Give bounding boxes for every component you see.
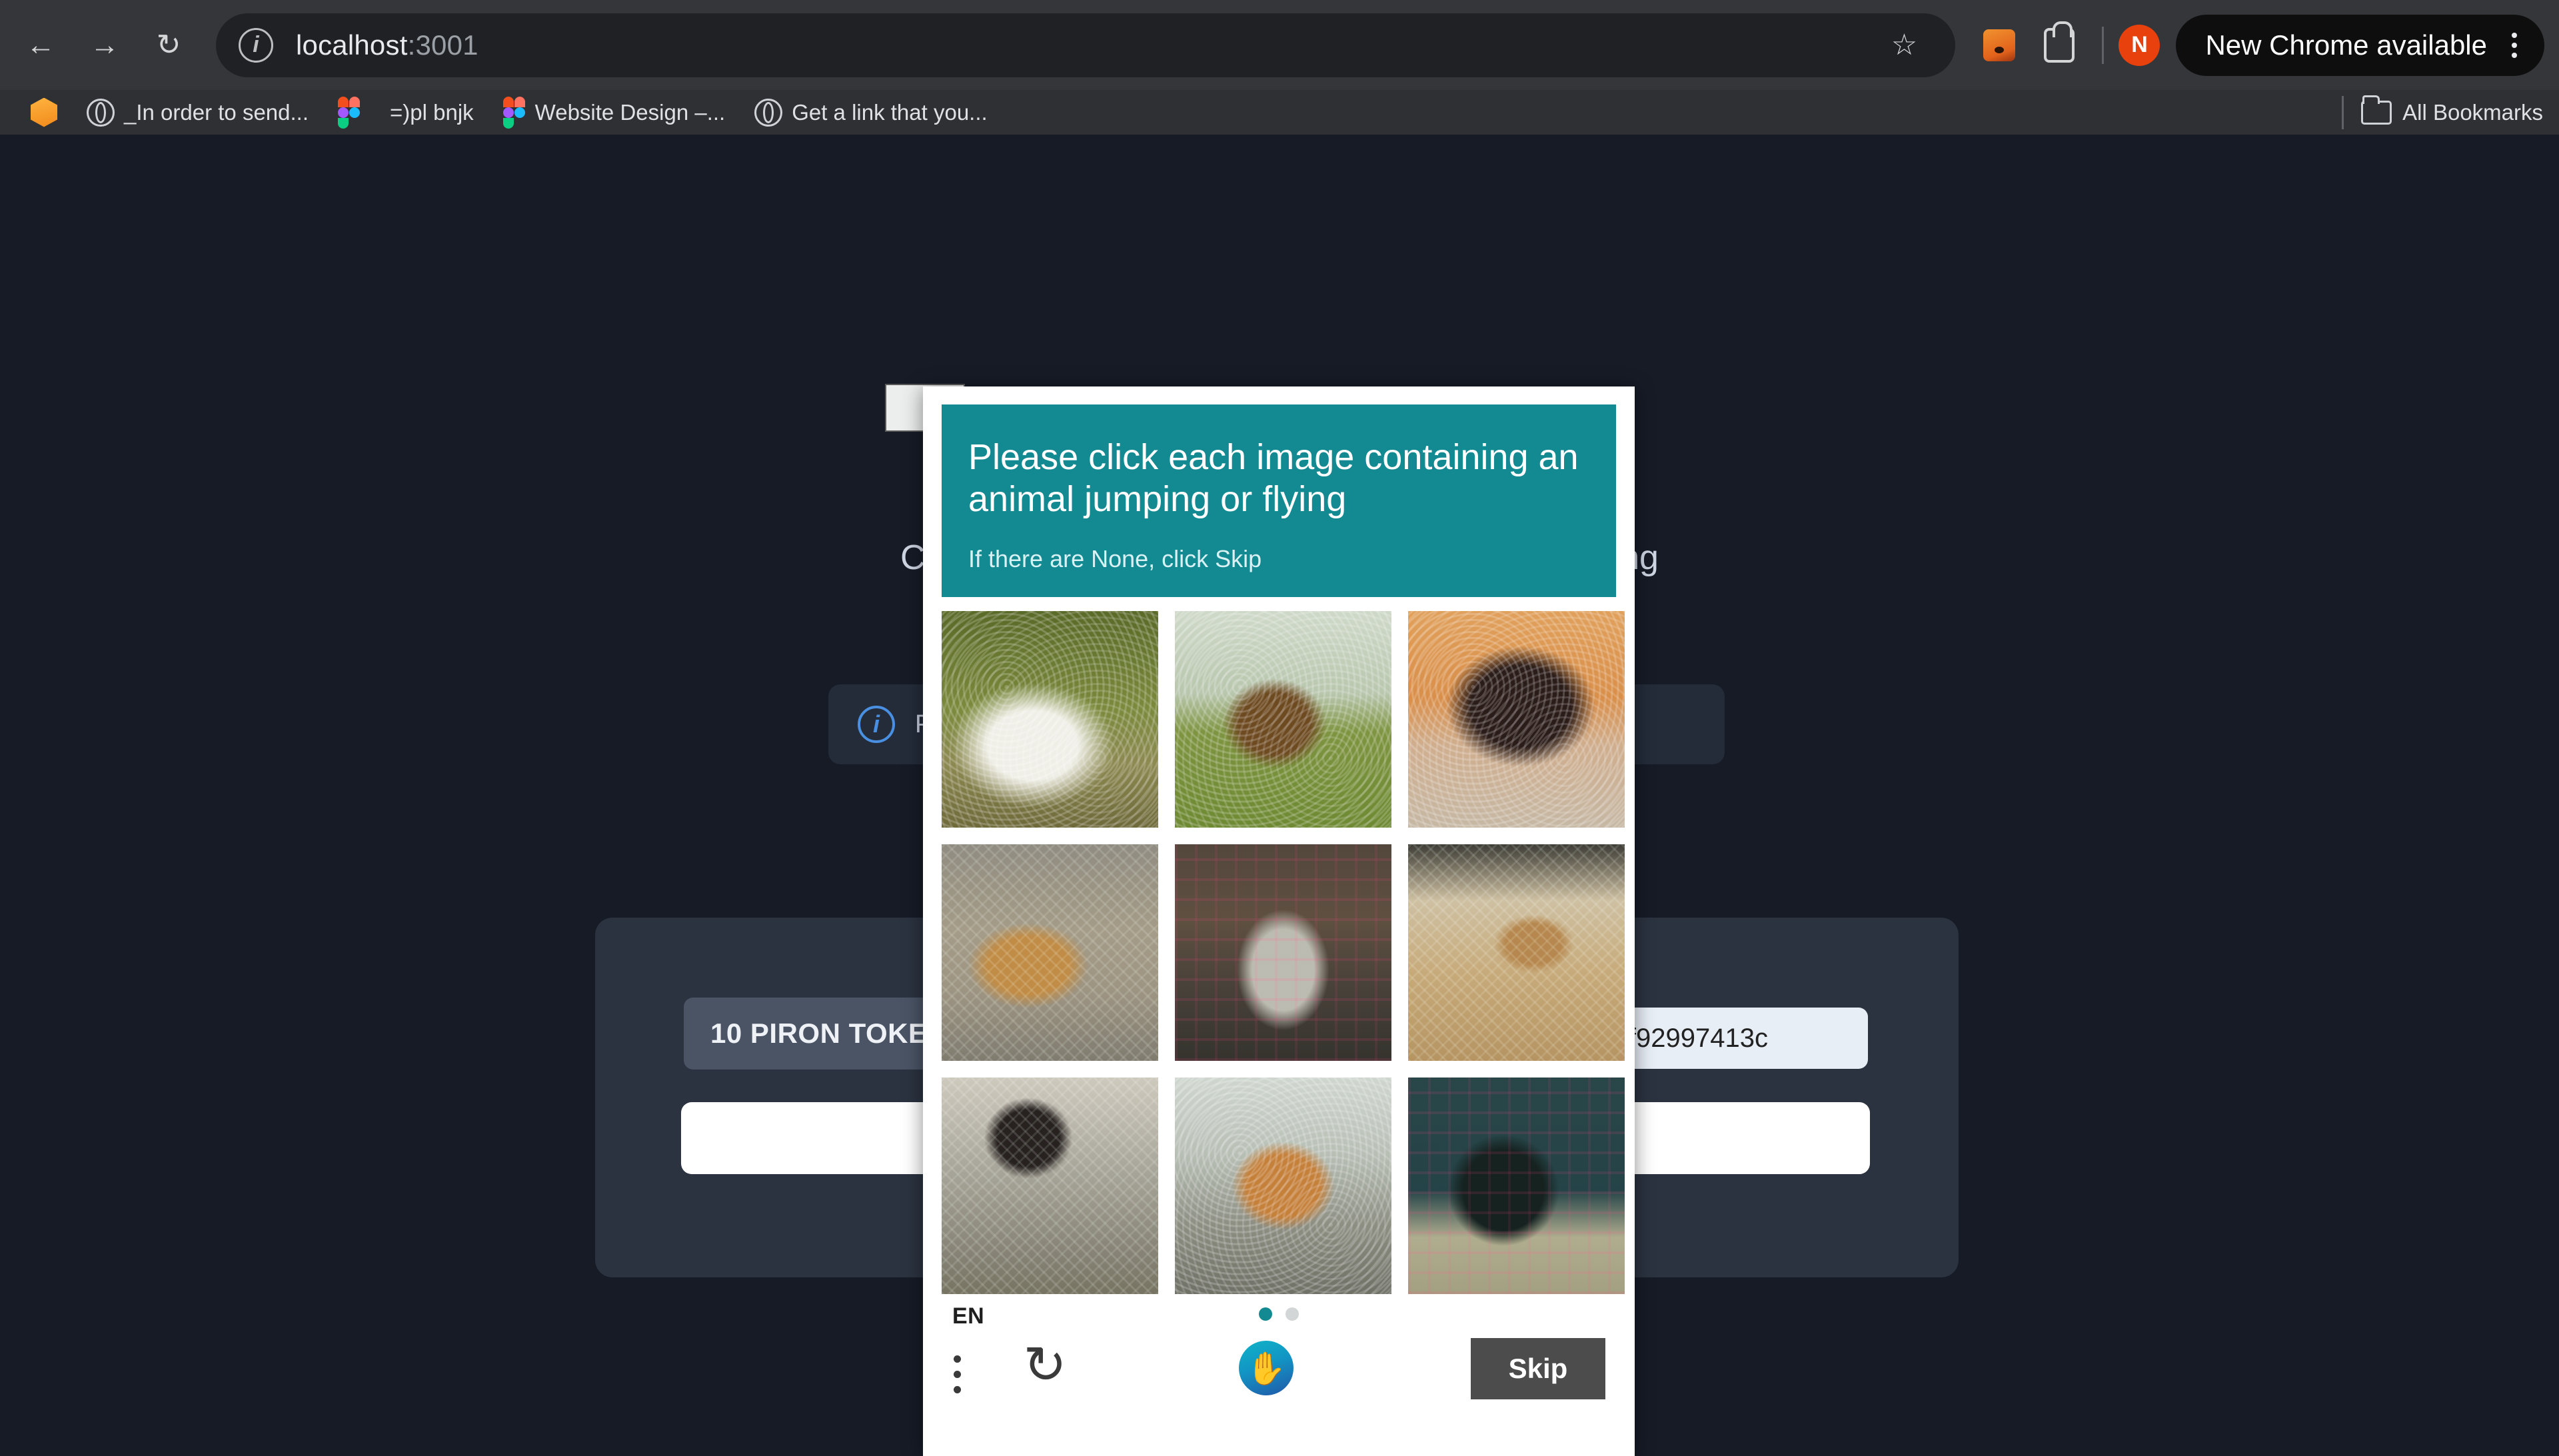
- reload-icon[interactable]: ↻: [140, 17, 197, 74]
- captcha-tile-image: [942, 611, 1158, 828]
- all-bookmarks-label: All Bookmarks: [2402, 99, 2543, 125]
- captcha-tile-image: [1175, 1078, 1391, 1294]
- bookmark-item-in-order-to-send[interactable]: _In order to send...: [72, 94, 323, 131]
- hexagon-icon: [31, 97, 57, 127]
- hcaptcha-logo-icon: ✋: [1239, 1341, 1293, 1395]
- captcha-tile-1[interactable]: [942, 611, 1158, 828]
- captcha-pagination: [923, 1307, 1635, 1321]
- globe-icon: [754, 98, 783, 127]
- url-text: localhost:3001: [296, 29, 478, 61]
- captcha-prompt: Please click each image containing an an…: [942, 404, 1616, 597]
- bookmark-star-icon[interactable]: ☆: [1875, 17, 1933, 74]
- captcha-tile-image: [1408, 844, 1625, 1061]
- bookmark-item-pl-bnjk[interactable]: =)pl bnjk: [375, 94, 488, 131]
- captcha-tile-8[interactable]: [1175, 1078, 1391, 1294]
- browser-menu-icon[interactable]: [2499, 32, 2530, 58]
- chrome-update-button[interactable]: New Chrome available: [2176, 14, 2544, 76]
- skip-button[interactable]: Skip: [1471, 1338, 1605, 1399]
- url-host: localhost: [296, 29, 408, 61]
- toolbar-actions: N New Chrome available: [1971, 14, 2559, 76]
- refresh-icon[interactable]: ↻: [1018, 1339, 1072, 1394]
- captcha-image-grid: [942, 611, 1627, 1296]
- url-port: :3001: [407, 29, 478, 61]
- captcha-menu-icon[interactable]: [954, 1355, 961, 1393]
- captcha-prompt-subtitle: If there are None, click Skip: [968, 545, 1262, 572]
- bookmark-label: _In order to send...: [124, 99, 309, 125]
- captcha-tile-7[interactable]: [942, 1078, 1158, 1294]
- toolbar-divider: [2102, 26, 2105, 64]
- captcha-tile-6[interactable]: [1408, 844, 1625, 1061]
- captcha-tile-image: [1175, 611, 1391, 828]
- captcha-tile-image: [942, 1078, 1158, 1294]
- address-bar[interactable]: i localhost:3001 ☆: [216, 13, 1956, 77]
- figma-icon: [502, 96, 526, 129]
- bookmark-item-get-a-link[interactable]: Get a link that you...: [740, 94, 1002, 131]
- back-icon[interactable]: ←: [12, 17, 69, 74]
- captcha-tile-3[interactable]: [1408, 611, 1625, 828]
- bookmarks-bar: _In order to send... =)pl bnjk Website D…: [0, 90, 2559, 135]
- browser-toolbar: ← → ↻ i localhost:3001 ☆ N New Chrome av…: [0, 0, 2559, 90]
- forward-icon[interactable]: →: [76, 17, 133, 74]
- profile-avatar[interactable]: N: [2119, 24, 2160, 66]
- all-bookmarks-button[interactable]: All Bookmarks: [2342, 95, 2543, 129]
- bookmark-label: Website Design –...: [534, 99, 726, 125]
- hcaptcha-challenge-modal: Please click each image containing an an…: [923, 386, 1635, 1456]
- bookmark-label: =)pl bnjk: [390, 99, 474, 125]
- captcha-tile-image: [942, 844, 1158, 1061]
- captcha-tile-image: [1175, 844, 1391, 1061]
- captcha-tile-image: [1408, 1078, 1625, 1294]
- captcha-prompt-title: Please click each image containing an an…: [968, 437, 1579, 520]
- captcha-footer: EN ↻ ✋ Skip: [923, 1294, 1635, 1456]
- bookmarks-divider: [2342, 95, 2344, 129]
- info-icon: i: [858, 706, 895, 743]
- folder-icon: [2361, 95, 2392, 125]
- captcha-tile-2[interactable]: [1175, 611, 1391, 828]
- pagination-dot-2[interactable]: [1285, 1307, 1299, 1321]
- globe-icon: [87, 98, 115, 127]
- captcha-tile-9[interactable]: [1406, 1076, 1627, 1296]
- bookmark-label: Get a link that you...: [792, 99, 988, 125]
- extensions-puzzle-icon[interactable]: [2031, 17, 2087, 73]
- metamask-fox-icon[interactable]: [1971, 17, 2027, 73]
- bookmark-item-hexagon[interactable]: [16, 94, 72, 131]
- captcha-tile-4[interactable]: [942, 844, 1158, 1061]
- page-body: Claim Testnet tokens for development and…: [0, 135, 2559, 1456]
- chrome-update-label: New Chrome available: [2205, 29, 2487, 61]
- bookmark-item-figma[interactable]: [323, 94, 375, 131]
- navigation-buttons: ← → ↻: [0, 17, 197, 74]
- pagination-dot-1[interactable]: [1259, 1307, 1272, 1321]
- captcha-tile-image: [1408, 611, 1625, 828]
- site-info-icon[interactable]: i: [239, 27, 273, 63]
- bookmark-item-website-design[interactable]: Website Design –...: [488, 94, 740, 131]
- captcha-tile-5[interactable]: [1175, 844, 1391, 1061]
- figma-icon: [338, 96, 361, 129]
